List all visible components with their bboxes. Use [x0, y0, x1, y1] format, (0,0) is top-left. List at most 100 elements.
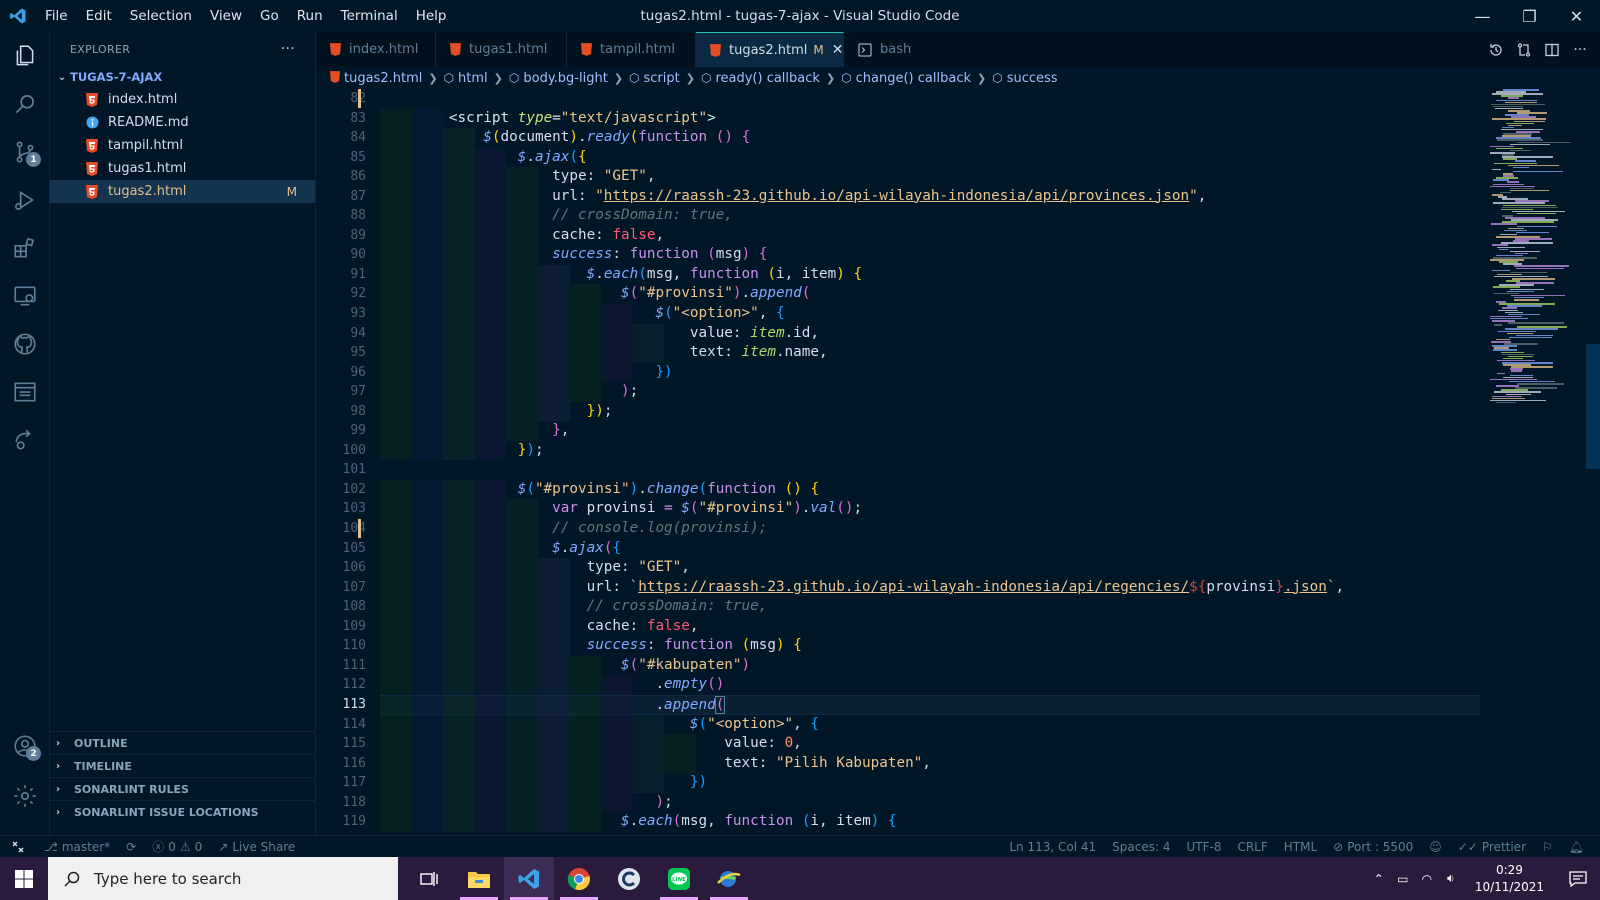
dirty-diff-marker — [358, 519, 361, 538]
github-icon[interactable] — [0, 320, 50, 368]
tab-tugas2-html[interactable]: tugas2.html M ✕ — [696, 32, 844, 67]
file-tugas1-html[interactable]: tugas1.html — [50, 157, 315, 180]
panel-icon[interactable] — [0, 368, 50, 416]
minimap-line — [1499, 248, 1508, 251]
chrome-taskbar-icon[interactable] — [554, 857, 604, 900]
battery-icon[interactable]: ▭ — [1391, 872, 1415, 886]
branch-indicator[interactable]: ⎇ master* — [36, 840, 118, 854]
breadcrumb-body[interactable]: ⬡ body.bg-light ❯ — [509, 71, 629, 86]
folder-tugas-7-ajax[interactable]: ⌄ TUGAS-7-AJAX — [50, 66, 315, 88]
explorer-more-button[interactable]: ··· — [281, 41, 295, 57]
tab-close-button[interactable]: ✕ — [832, 42, 844, 58]
extensions-icon[interactable] — [0, 224, 50, 272]
search-icon[interactable] — [0, 80, 50, 128]
compare-changes-icon[interactable] — [1514, 40, 1534, 60]
search-placeholder: Type here to search — [94, 869, 242, 888]
file-readme-md[interactable]: README.md — [50, 111, 315, 134]
tab-tugas1-html[interactable]: tugas1.html — [436, 32, 567, 67]
sync-button[interactable]: ⟳ — [118, 840, 144, 854]
html5-icon — [330, 70, 340, 86]
ccleaner-taskbar-icon[interactable] — [604, 857, 654, 900]
file-index-html[interactable]: index.html — [50, 88, 315, 111]
code-lines[interactable]: <script type="text/javascript"> $(docume… — [380, 89, 1480, 832]
action-center-icon[interactable] — [1556, 870, 1600, 887]
breadcrumb-file[interactable]: tugas2.html ❯ — [330, 71, 444, 86]
section-sonarlint-rules[interactable]: › SONARLINT RULES — [50, 777, 315, 800]
file-explorer-taskbar-icon[interactable] — [454, 857, 504, 900]
breadcrumb-script[interactable]: ⬡ script ❯ — [629, 71, 701, 86]
accounts-icon[interactable]: 2 — [0, 722, 50, 770]
remote-indicator-icon[interactable] — [0, 835, 36, 858]
breadcrumb-success[interactable]: ⬡ success — [992, 71, 1057, 86]
menu-terminal[interactable]: Terminal — [332, 0, 407, 32]
volume-icon[interactable]: 🔉︎ — [1439, 871, 1463, 886]
menu-view[interactable]: View — [201, 0, 251, 32]
source-control-icon[interactable]: 1 — [0, 128, 50, 176]
close-window-button[interactable]: ✕ — [1553, 0, 1600, 32]
explorer-icon[interactable] — [0, 32, 50, 80]
minimap-line — [1492, 269, 1510, 272]
code-editor[interactable]: 8283848586878889909192939495969798991001… — [316, 89, 1600, 835]
cursor-position[interactable]: Ln 113, Col 41 — [1001, 840, 1104, 854]
prettier-status[interactable]: ✓✓ Prettier — [1450, 840, 1534, 854]
tab-bash[interactable]: bash — [844, 32, 964, 67]
restore-button[interactable]: ❐ — [1506, 0, 1553, 32]
line-number: 93 — [350, 306, 366, 322]
file-name: tugas1.html — [108, 161, 187, 176]
section-outline[interactable]: › OUTLINE — [50, 731, 315, 754]
remote-explorer-icon[interactable] — [0, 272, 50, 320]
menu-run[interactable]: Run — [288, 0, 332, 32]
tab-index-html[interactable]: index.html — [316, 32, 436, 67]
code-line: }); — [380, 401, 1480, 422]
section-timeline[interactable]: › TIMELINE — [50, 754, 315, 777]
section-label: OUTLINE — [74, 736, 128, 750]
indentation[interactable]: Spaces: 4 — [1104, 840, 1178, 854]
menu-go[interactable]: Go — [251, 0, 288, 32]
task-view-icon[interactable] — [404, 857, 454, 900]
wifi-icon[interactable]: ◠ — [1415, 872, 1439, 886]
live-share-button[interactable]: ↗ Live Share — [210, 840, 303, 854]
section-label: SONARLINT ISSUE LOCATIONS — [74, 805, 259, 819]
file-tugas2-html[interactable]: tugas2.html M — [50, 180, 315, 203]
code-line: url: "https://raassh-23.github.io/api-wi… — [380, 186, 1480, 207]
live-share-icon[interactable] — [0, 416, 50, 464]
feedback-icon[interactable]: ⚐ — [1534, 840, 1561, 854]
menu-help[interactable]: Help — [407, 0, 456, 32]
tab-tampil-html[interactable]: tampil.html — [567, 32, 696, 67]
file-tampil-html[interactable]: tampil.html — [50, 134, 315, 157]
copilot-icon[interactable]: ☺ — [1421, 840, 1450, 854]
more-actions-icon[interactable]: ··· — [1570, 40, 1590, 60]
line-ending[interactable]: CRLF — [1229, 840, 1275, 854]
split-editor-icon[interactable] — [1542, 40, 1562, 60]
breadcrumb-label: change() callback — [855, 70, 971, 86]
windows-start-icon[interactable] — [0, 857, 48, 900]
prettier-label: Prettier — [1481, 840, 1526, 854]
browser-globe-taskbar-icon[interactable] — [704, 857, 754, 900]
menu-selection[interactable]: Selection — [121, 0, 201, 32]
breadcrumb-change-callback[interactable]: ⬡ change() callback ❯ — [841, 71, 992, 86]
notifications-bell-icon[interactable]: 🔔︎ — [1561, 840, 1592, 854]
settings-gear-icon[interactable] — [0, 772, 50, 820]
taskbar-search-box[interactable]: Type here to search — [48, 857, 398, 900]
vscode-taskbar-icon[interactable] — [504, 857, 554, 900]
section-sonarlint-issue-locations[interactable]: › SONARLINT ISSUE LOCATIONS — [50, 800, 315, 823]
chevron-up-icon[interactable]: ⌃ — [1367, 872, 1391, 886]
vscode-logo-icon — [0, 0, 36, 32]
menu-edit[interactable]: Edit — [77, 0, 121, 32]
minimize-button[interactable]: — — [1459, 0, 1506, 32]
vertical-scrollbar[interactable] — [1586, 344, 1600, 469]
live-server-port[interactable]: ⊘ Port : 5500 — [1325, 840, 1421, 854]
html5-icon — [86, 161, 108, 176]
menu-file[interactable]: File — [36, 0, 77, 32]
language-mode[interactable]: HTML — [1276, 840, 1325, 854]
breadcrumb-html[interactable]: ⬡ html ❯ — [444, 71, 509, 86]
minimap[interactable] — [1486, 89, 1586, 409]
run-debug-icon[interactable] — [0, 176, 50, 224]
line-messenger-taskbar-icon[interactable]: LINE — [654, 857, 704, 900]
timeline-history-icon[interactable] — [1486, 40, 1506, 60]
breadcrumb-ready-callback[interactable]: ⬡ ready() callback ❯ — [701, 71, 841, 86]
encoding[interactable]: UTF-8 — [1178, 840, 1229, 854]
tab-label: tugas2.html — [729, 42, 808, 58]
taskbar-clock[interactable]: 0:29 10/11/2021 — [1463, 862, 1556, 896]
problems-indicator[interactable]: ⓧ 0 ⚠ 0 — [144, 838, 210, 855]
